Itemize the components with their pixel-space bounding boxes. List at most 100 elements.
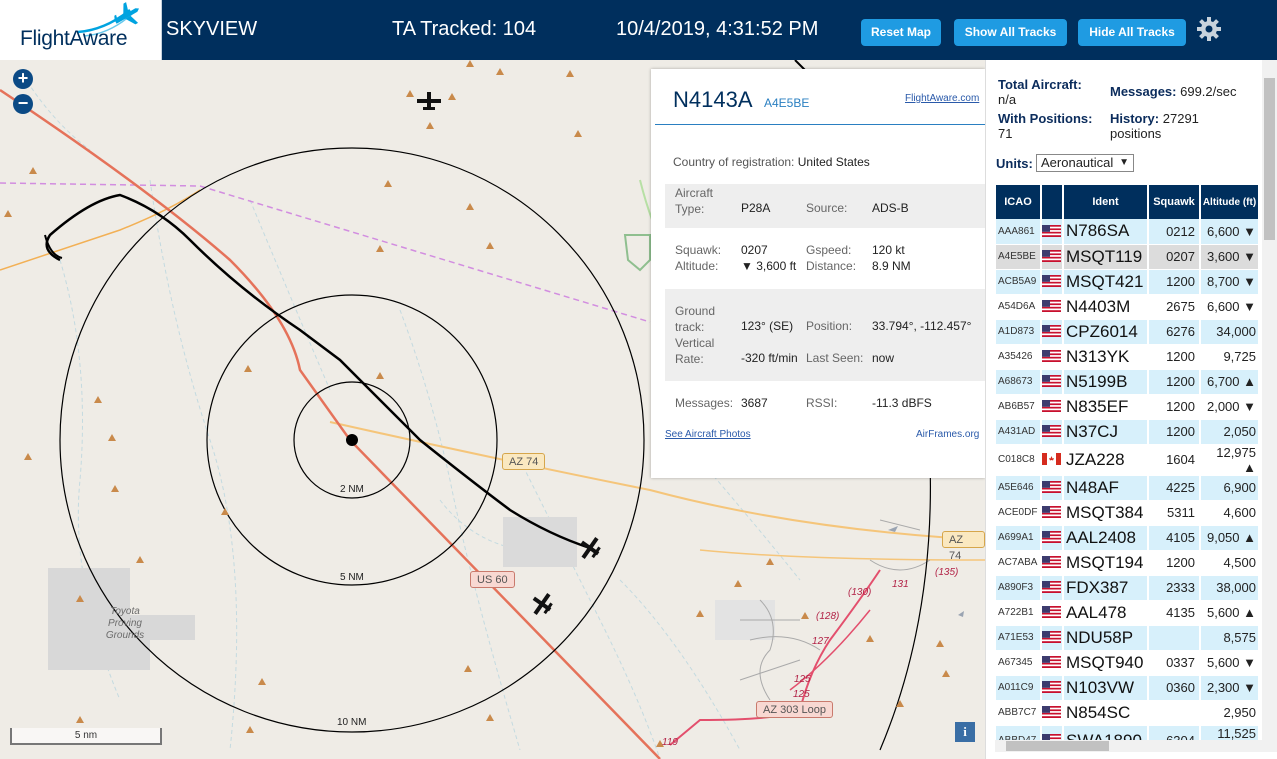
column-header-flag[interactable] xyxy=(1041,185,1064,219)
cell-ident: AAL478 xyxy=(1063,600,1149,626)
road-shield-us60: US 60 xyxy=(470,571,515,588)
cell-squawk: 4105 xyxy=(1148,525,1201,551)
gear-icon[interactable] xyxy=(1196,16,1222,42)
ramp-number: (135) xyxy=(935,567,959,578)
table-row[interactable]: A54D6A N4403M 2675 6,600 ▼ xyxy=(996,294,1260,320)
country-value: United States xyxy=(797,155,870,169)
app-title: SKYVIEW xyxy=(166,18,258,40)
units-select[interactable]: Aeronautical ▼ xyxy=(1036,154,1134,172)
column-header-ident[interactable]: Ident xyxy=(1063,185,1149,219)
total-aircraft-stat: Total Aircraft: n/a xyxy=(998,77,1082,107)
cell-icao: C018C8 xyxy=(996,444,1042,476)
table-row[interactable]: A35426 N313YK 1200 9,725 xyxy=(996,344,1260,370)
column-header-icao[interactable]: ICAO xyxy=(996,185,1042,219)
zoom-in-button[interactable]: + xyxy=(13,69,33,89)
altitude-value: ▼ 3,600 ft xyxy=(741,259,797,273)
selected-aircraft-icon[interactable] xyxy=(576,534,604,562)
range-ring-label: 2 NM xyxy=(340,484,364,495)
table-row[interactable]: A71E53 NDU58P 8,575 xyxy=(996,625,1260,651)
us-flag-icon xyxy=(1042,506,1061,519)
distance-label: Distance: xyxy=(806,259,857,273)
aircraft-icon[interactable] xyxy=(528,590,556,618)
table-row[interactable]: C018C8 JZA228 1604 12,975 ▲ xyxy=(996,444,1260,476)
table-row[interactable]: A67345 MSQT940 0337 5,600 ▼ xyxy=(996,650,1260,676)
cell-squawk: 1604 xyxy=(1148,444,1201,476)
cell-squawk: 2675 xyxy=(1148,294,1201,320)
cell-altitude: 6,600 ▼ xyxy=(1200,294,1260,320)
us-flag-icon xyxy=(1042,606,1061,619)
horizontal-scrollbar-thumb[interactable] xyxy=(1006,741,1109,751)
table-row[interactable]: AB6B57 N835EF 1200 2,000 ▼ xyxy=(996,394,1260,420)
table-row[interactable]: A1D873 CPZ6014 6276 34,000 xyxy=(996,319,1260,345)
cell-flag xyxy=(1041,575,1064,601)
source-label: Source: xyxy=(806,201,848,215)
road-shield-az74: AZ 74 xyxy=(942,531,985,562)
vertical-scrollbar-thumb[interactable] xyxy=(1264,78,1275,240)
cell-ident: N5199B xyxy=(1063,369,1149,395)
us-flag-icon xyxy=(1042,375,1061,388)
see-aircraft-photos-link[interactable]: See Aircraft Photos xyxy=(665,429,751,440)
table-row[interactable]: A699A1 AAL2408 4105 9,050 ▲ xyxy=(996,525,1260,551)
table-row[interactable]: A011C9 N103VW 0360 2,300 ▼ xyxy=(996,675,1260,701)
with-positions-value: 71 xyxy=(998,126,1013,141)
cell-ident: MSQT940 xyxy=(1063,650,1149,676)
cell-squawk: 0212 xyxy=(1148,219,1201,245)
table-row[interactable]: A722B1 AAL478 4135 5,600 ▲ xyxy=(996,600,1260,626)
cell-altitude: 3,600 ▼ xyxy=(1200,244,1260,270)
cell-ident: N835EF xyxy=(1063,394,1149,420)
table-row[interactable]: AAA861 N786SA 0212 6,600 ▼ xyxy=(996,219,1260,245)
table-row[interactable]: A68673 N5199B 1200 6,700 ▲ xyxy=(996,369,1260,395)
info-icon[interactable]: i xyxy=(955,722,975,742)
aircraft-table: ICAO Ident Squawk Altitude (ft) AAA861 N7… xyxy=(996,185,1260,741)
cell-flag xyxy=(1041,319,1064,345)
cell-icao: A68673 xyxy=(996,369,1042,395)
cell-flag xyxy=(1041,500,1064,526)
cell-flag xyxy=(1041,525,1064,551)
table-row[interactable]: A5E646 N48AF 4225 6,900 xyxy=(996,475,1260,501)
cell-altitude: 2,300 ▼ xyxy=(1200,675,1260,701)
vertical-rate-label: Vertical Rate: xyxy=(675,336,715,366)
cell-icao: ACB5A9 xyxy=(996,269,1042,295)
table-row[interactable]: AC7ABA MSQT194 1200 4,500 xyxy=(996,550,1260,576)
cell-ident: N37CJ xyxy=(1063,419,1149,445)
column-header-squawk[interactable]: Squawk xyxy=(1148,185,1201,219)
airframes-link[interactable]: AirFrames.org xyxy=(916,429,979,440)
track-box: Ground track: 123° (SE) Vertical Rate: -… xyxy=(665,289,985,381)
cell-flag xyxy=(1041,675,1064,701)
aircraft-icon[interactable] xyxy=(415,90,443,112)
show-all-tracks-button[interactable]: Show All Tracks xyxy=(954,19,1067,46)
us-flag-icon xyxy=(1042,300,1061,313)
flightaware-link[interactable]: FlightAware.com xyxy=(905,93,979,104)
zoom-out-button[interactable]: − xyxy=(13,94,33,114)
table-row[interactable]: ACE0DF MSQT384 5311 4,600 xyxy=(996,500,1260,526)
hide-all-tracks-button[interactable]: Hide All Tracks xyxy=(1078,19,1186,46)
table-row[interactable]: ABBD47 SWA1890630411,525 ▼ xyxy=(996,725,1260,741)
squawk-value: 0207 xyxy=(741,243,768,257)
cell-icao: ABB7C7 xyxy=(996,700,1042,726)
ramp-number: 125 xyxy=(793,689,810,700)
total-aircraft-value: n/a xyxy=(998,92,1017,107)
flightaware-logo[interactable]: FlightAware xyxy=(0,0,162,60)
history-label: History: xyxy=(1110,111,1160,126)
cell-icao: AAA861 xyxy=(996,219,1042,245)
cell-flag xyxy=(1041,550,1064,576)
cell-flag xyxy=(1041,700,1064,726)
ramp-number: 125 xyxy=(794,674,811,685)
cell-flag xyxy=(1041,219,1064,245)
cell-altitude: 38,000 xyxy=(1200,575,1260,601)
cell-ident: AAL2408 xyxy=(1063,525,1149,551)
reset-map-button[interactable]: Reset Map xyxy=(861,19,941,46)
table-row[interactable]: A431AD N37CJ 1200 2,050 xyxy=(996,419,1260,445)
cell-flag xyxy=(1041,294,1064,320)
table-row[interactable]: A890F3 FDX387 2333 38,000 xyxy=(996,575,1260,601)
column-header-altitude[interactable]: Altitude (ft) xyxy=(1200,185,1260,219)
cell-altitude: 6,700 ▲ xyxy=(1200,369,1260,395)
table-row[interactable]: A4E5BE MSQT119 0207 3,600 ▼ xyxy=(996,244,1260,270)
table-row[interactable]: ACB5A9 MSQT421 1200 8,700 ▼ xyxy=(996,269,1260,295)
cell-altitude: 6,900 xyxy=(1200,475,1260,501)
table-row[interactable]: ABB7C7 N854SC 2,950 xyxy=(996,700,1260,726)
cell-flag xyxy=(1041,444,1064,476)
cell-squawk: 1200 xyxy=(1148,344,1201,370)
cell-icao: AC7ABA xyxy=(996,550,1042,576)
cell-altitude: 8,575 xyxy=(1200,625,1260,651)
